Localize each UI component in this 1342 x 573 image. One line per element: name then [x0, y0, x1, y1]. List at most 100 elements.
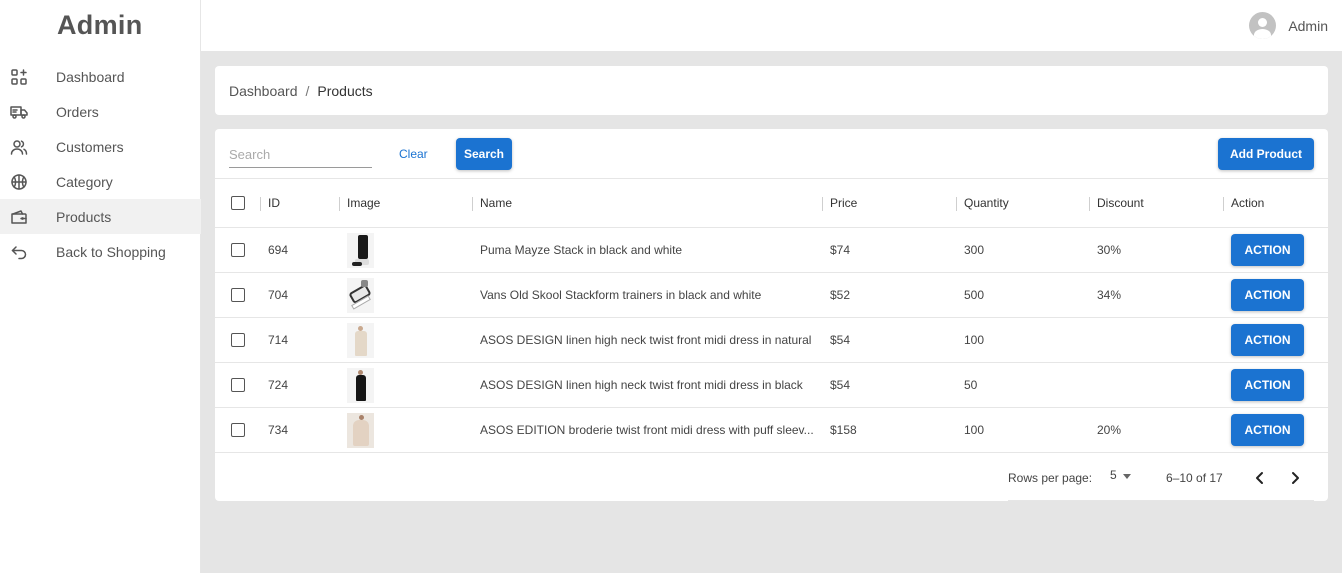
row-checkbox[interactable] — [231, 378, 245, 392]
product-discount: 20% — [1097, 423, 1122, 437]
user-avatar-icon — [1249, 12, 1277, 39]
chevron-left-icon — [1256, 472, 1263, 484]
next-page-button[interactable] — [1282, 465, 1308, 491]
products-table: ID Image Name Price Quantity Discount Ac… — [215, 179, 1328, 453]
column-header-name[interactable]: Name — [471, 179, 512, 227]
product-image-cell — [347, 273, 374, 317]
rows-per-page-select[interactable]: 5 — [1110, 468, 1131, 482]
caret-down-icon — [1122, 473, 1131, 479]
product-price: $54 — [830, 333, 851, 347]
sidebar-item-category[interactable]: Category — [0, 164, 201, 199]
chevron-right-icon — [1292, 472, 1299, 484]
previous-page-button[interactable] — [1247, 465, 1273, 491]
action-cell: ACTION — [1231, 318, 1304, 362]
sidebar-item-label: Customers — [56, 138, 124, 155]
rows-per-page-label: Rows per page: — [1008, 471, 1093, 485]
breadcrumb: Dashboard / Products — [215, 66, 1328, 115]
breadcrumb-current: Products — [317, 82, 373, 99]
row-select-cell — [231, 318, 245, 362]
breadcrumb-root[interactable]: Dashboard — [229, 83, 298, 99]
breadcrumb-separator: / — [305, 82, 310, 99]
sidebar-item-orders[interactable]: Orders — [0, 94, 201, 129]
product-id: 734 — [268, 423, 289, 437]
sidebar-item-label: Products — [56, 208, 112, 225]
column-header-action: Action — [1222, 179, 1264, 227]
table-row: 694 Puma Mayze Stack in black and white … — [215, 228, 1328, 273]
product-thumbnail — [347, 322, 374, 358]
product-id: 714 — [268, 333, 289, 347]
product-image-cell — [347, 408, 374, 452]
sidebar-item-products[interactable]: Products — [0, 199, 201, 234]
product-thumbnail — [347, 367, 374, 403]
select-all-cell — [231, 179, 245, 227]
brand-logo: Admin — [57, 10, 143, 40]
sidebar-item-label: Category — [56, 173, 113, 190]
clear-button[interactable]: Clear — [393, 144, 434, 164]
product-id: 724 — [268, 378, 289, 392]
product-id: 694 — [268, 243, 289, 257]
pagination-divider — [1008, 500, 1314, 501]
add-product-button[interactable]: Add Product — [1218, 138, 1314, 170]
action-button[interactable]: ACTION — [1231, 369, 1304, 401]
user-menu[interactable]: Admin — [1249, 12, 1328, 39]
row-select-cell — [231, 408, 245, 452]
action-cell: ACTION — [1231, 408, 1304, 452]
product-name: Puma Mayze Stack in black and white — [480, 243, 683, 257]
product-price: $74 — [830, 243, 851, 257]
search-input[interactable] — [229, 141, 372, 168]
column-header-image[interactable]: Image — [338, 179, 380, 227]
action-button[interactable]: ACTION — [1231, 324, 1304, 356]
row-checkbox[interactable] — [231, 243, 245, 257]
row-select-cell — [231, 363, 245, 407]
product-quantity: 500 — [964, 288, 985, 302]
sidebar-item-label: Dashboard — [56, 68, 125, 85]
select-all-checkbox[interactable] — [231, 196, 245, 210]
pagination-range: 6–10 of 17 — [1166, 471, 1223, 485]
column-header-quantity[interactable]: Quantity — [956, 179, 1009, 227]
sidebar-item-customers[interactable]: Customers — [0, 129, 201, 164]
action-button[interactable]: ACTION — [1231, 279, 1304, 311]
table-row: 724 ASOS DESIGN linen high neck twist fr… — [215, 363, 1328, 408]
action-button[interactable]: ACTION — [1231, 414, 1304, 446]
arrow-back-icon — [0, 243, 56, 261]
product-image-cell — [347, 228, 374, 272]
sidebar-item-dashboard[interactable]: Dashboard — [0, 59, 201, 94]
sidebar: Admin Dashboard Orders Customers Categor… — [0, 0, 201, 573]
row-checkbox[interactable] — [231, 423, 245, 437]
row-checkbox[interactable] — [231, 333, 245, 347]
column-header-discount[interactable]: Discount — [1089, 179, 1144, 227]
product-quantity: 50 — [964, 378, 978, 392]
truck-icon — [0, 103, 56, 121]
column-header-id[interactable]: ID — [260, 179, 280, 227]
search-button[interactable]: Search — [456, 138, 512, 170]
product-image-cell — [347, 318, 374, 362]
topbar: Admin — [201, 0, 1342, 51]
product-price: $158 — [830, 423, 857, 437]
product-thumbnail — [347, 277, 374, 313]
product-price: $54 — [830, 378, 851, 392]
pagination: Rows per page: 5 6–10 of 17 — [215, 455, 1328, 501]
sidebar-item-back-to-shopping[interactable]: Back to Shopping — [0, 234, 201, 269]
products-toolbar: Clear Search Add Product — [215, 129, 1328, 179]
product-id: 704 — [268, 288, 289, 302]
product-quantity: 100 — [964, 333, 985, 347]
product-name: Vans Old Skool Stackform trainers in bla… — [480, 288, 762, 302]
product-name: ASOS EDITION broderie twist front midi d… — [480, 423, 814, 437]
product-image-cell — [347, 363, 374, 407]
action-cell: ACTION — [1231, 228, 1304, 272]
row-checkbox[interactable] — [231, 288, 245, 302]
product-discount: 34% — [1097, 288, 1122, 302]
dashboard-icon — [0, 68, 56, 86]
product-name: ASOS DESIGN linen high neck twist front … — [480, 378, 803, 392]
user-name: Admin — [1288, 17, 1328, 34]
table-row: 704 Vans Old Skool Stackform trainers in… — [215, 273, 1328, 318]
table-row: 714 ASOS DESIGN linen high neck twist fr… — [215, 318, 1328, 363]
product-name: ASOS DESIGN linen high neck twist front … — [480, 333, 812, 347]
action-cell: ACTION — [1231, 363, 1304, 407]
sidebar-item-label: Back to Shopping — [56, 243, 166, 260]
sidebar-nav: Dashboard Orders Customers Category Prod… — [0, 59, 201, 269]
users-icon — [0, 138, 56, 156]
column-header-price[interactable]: Price — [821, 179, 857, 227]
action-button[interactable]: ACTION — [1231, 234, 1304, 266]
product-quantity: 100 — [964, 423, 985, 437]
